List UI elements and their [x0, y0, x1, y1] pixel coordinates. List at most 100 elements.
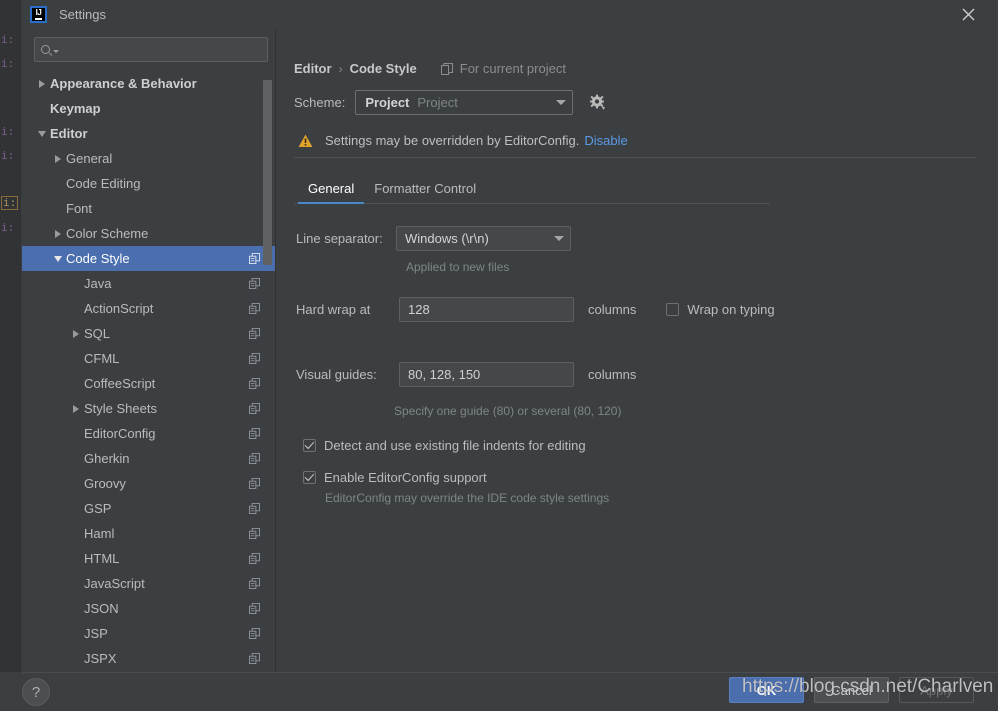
copy-icon[interactable]: [249, 628, 260, 639]
settings-dialog: IJ Settings Appearance & Behavior Keymap E…: [22, 0, 998, 711]
copy-icon[interactable]: [249, 428, 260, 439]
chevron-down-icon: [556, 100, 567, 105]
settings-sidebar: Appearance & Behavior Keymap Editor General…: [22, 29, 276, 672]
sidebar-item-editor[interactable]: Editor: [22, 121, 276, 146]
copy-icon[interactable]: [249, 578, 260, 589]
sidebar-item-gherkin[interactable]: Gherkin: [22, 446, 276, 471]
sidebar-item-general[interactable]: General: [22, 146, 276, 171]
tree-arrow-slot[interactable]: [34, 130, 50, 137]
sidebar-item-javascript[interactable]: JavaScript: [22, 571, 276, 596]
footer-buttons: OK Cancel Apply: [729, 677, 974, 703]
sidebar-item-label: SQL: [84, 326, 111, 341]
logo-text: IJ: [35, 8, 42, 17]
sidebar-item-label: Keymap: [50, 101, 101, 116]
wrap-on-typing-checkbox[interactable]: Wrap on typing: [666, 302, 775, 317]
close-icon[interactable]: [948, 0, 988, 29]
tree-arrow-slot[interactable]: [68, 329, 84, 338]
sidebar-item-label: Appearance & Behavior: [50, 76, 197, 91]
visual-guides-input[interactable]: 80, 128, 150: [399, 362, 574, 387]
sidebar-item-label: Color Scheme: [66, 226, 149, 241]
copy-icon[interactable]: [249, 253, 260, 264]
enable-editorconfig-box: [303, 471, 316, 484]
warning-text: Settings may be overridden by EditorConf…: [325, 133, 580, 148]
detect-indents-box: [303, 439, 316, 452]
breadcrumb-parent[interactable]: Editor: [294, 61, 332, 76]
chevron-right-icon: [55, 154, 61, 163]
tab-general[interactable]: General: [298, 181, 365, 204]
sidebar-item-json[interactable]: JSON: [22, 596, 276, 621]
copy-icon[interactable]: [249, 528, 260, 539]
sidebar-item-html[interactable]: HTML: [22, 546, 276, 571]
tab-formatter-control[interactable]: Formatter Control: [364, 181, 486, 203]
visual-guides-unit: columns: [588, 367, 637, 382]
sidebar-item-sql[interactable]: SQL: [22, 321, 276, 346]
sidebar-item-label: Code Style: [66, 251, 130, 266]
sidebar-item-cfml[interactable]: CFML: [22, 346, 276, 371]
background-code-line: i:: [1, 33, 15, 46]
sidebar-item-label: HTML: [84, 551, 120, 566]
window-title: Settings: [59, 7, 106, 22]
sidebar-scrollbar-thumb[interactable]: [263, 80, 272, 265]
copy-icon[interactable]: [249, 503, 260, 514]
sidebar-item-groovy[interactable]: Groovy: [22, 471, 276, 496]
hard-wrap-input[interactable]: 128: [399, 297, 574, 322]
copy-icon[interactable]: [249, 303, 260, 314]
copy-icon[interactable]: [249, 478, 260, 489]
tree-arrow-slot[interactable]: [50, 229, 66, 238]
sidebar-item-coffeescript[interactable]: CoffeeScript: [22, 371, 276, 396]
sidebar-item-java[interactable]: Java: [22, 271, 276, 296]
tree-arrow-slot[interactable]: [68, 404, 84, 413]
gear-icon[interactable]: [589, 94, 606, 111]
editorconfig-warning: Settings may be overridden by EditorConf…: [294, 133, 976, 158]
sidebar-scrollbar-track[interactable]: [263, 68, 274, 672]
sidebar-item-jsp[interactable]: JSP: [22, 621, 276, 646]
copy-icon[interactable]: [249, 553, 260, 564]
sidebar-item-keymap[interactable]: Keymap: [22, 96, 276, 121]
sidebar-item-appearance-behavior[interactable]: Appearance & Behavior: [22, 71, 276, 96]
help-button[interactable]: ?: [22, 678, 50, 706]
visual-guides-label: Visual guides:: [296, 367, 377, 382]
copy-icon[interactable]: [249, 378, 260, 389]
copy-icon[interactable]: [249, 328, 260, 339]
sidebar-item-code-style[interactable]: Code Style: [22, 246, 276, 271]
scheme-row: Scheme: Project Project: [294, 90, 976, 115]
background-code-line: i:: [1, 57, 15, 70]
sidebar-item-haml[interactable]: Haml: [22, 521, 276, 546]
sidebar-item-code-editing[interactable]: Code Editing: [22, 171, 276, 196]
copy-icon[interactable]: [249, 278, 260, 289]
sidebar-item-color-scheme[interactable]: Color Scheme: [22, 221, 276, 246]
tree-arrow-slot[interactable]: [34, 79, 50, 88]
sidebar-item-gsp[interactable]: GSP: [22, 496, 276, 521]
search-icon: [41, 45, 50, 54]
breadcrumb: Editor › Code Style For current project: [294, 61, 976, 76]
copy-icon[interactable]: [249, 653, 260, 664]
scheme-select[interactable]: Project Project: [355, 90, 574, 115]
tree-arrow-slot[interactable]: [50, 154, 66, 163]
copy-icon[interactable]: [249, 353, 260, 364]
search-input[interactable]: [34, 37, 268, 62]
disable-editorconfig-link[interactable]: Disable: [584, 133, 627, 148]
line-separator-select[interactable]: Windows (\r\n): [396, 226, 571, 251]
sidebar-item-editorconfig[interactable]: EditorConfig: [22, 421, 276, 446]
scheme-label: Scheme:: [294, 95, 346, 110]
sidebar-item-jspx[interactable]: JSPX: [22, 646, 276, 671]
sidebar-item-style-sheets[interactable]: Style Sheets: [22, 396, 276, 421]
ok-button[interactable]: OK: [729, 677, 804, 703]
copy-icon[interactable]: [249, 603, 260, 614]
sidebar-item-label: ActionScript: [84, 301, 154, 316]
tree-arrow-slot[interactable]: [50, 255, 66, 262]
copy-icon[interactable]: [249, 403, 260, 414]
cancel-button[interactable]: Cancel: [814, 677, 889, 703]
scheme-scope-value: Project: [417, 95, 458, 110]
sidebar-item-label: GSP: [84, 501, 112, 516]
detect-indents-checkbox[interactable]: Detect and use existing file indents for…: [294, 438, 976, 453]
settings-tree[interactable]: Appearance & Behavior Keymap Editor General…: [22, 68, 276, 672]
chevron-right-icon: [73, 329, 79, 338]
copy-icon[interactable]: [249, 453, 260, 464]
sidebar-item-font[interactable]: Font: [22, 196, 276, 221]
sidebar-item-actionscript[interactable]: ActionScript: [22, 296, 276, 321]
enable-editorconfig-checkbox[interactable]: Enable EditorConfig support: [294, 470, 976, 485]
copy-scope-icon: [440, 62, 453, 75]
for-current-project-label: For current project: [440, 61, 566, 76]
logo-bar: [35, 18, 42, 20]
